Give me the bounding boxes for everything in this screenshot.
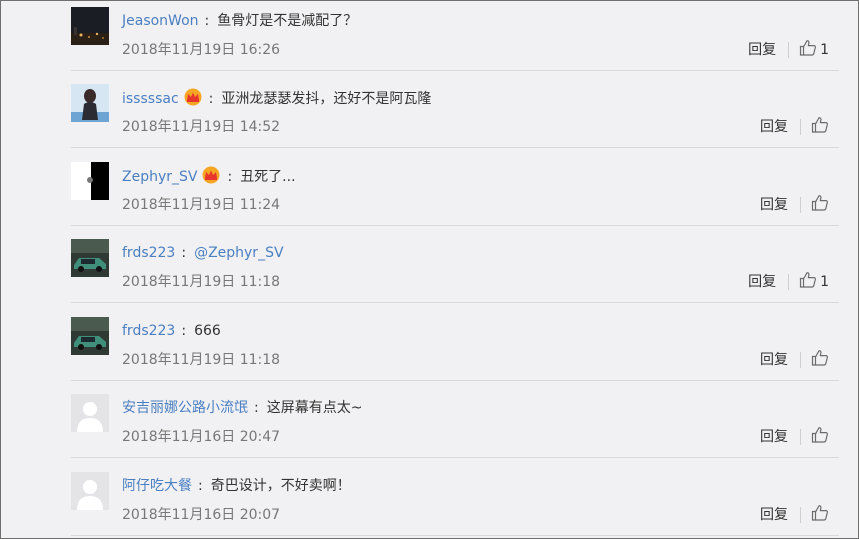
comment-list: JeasonWon: 鱼骨灯是不是减配了？ 2018年11月19日 16:26 回复 1…	[0, 0, 859, 539]
reply-button[interactable]: 回复	[748, 40, 776, 60]
reply-button[interactable]: 回复	[748, 272, 776, 292]
divider	[800, 507, 801, 523]
like-button[interactable]: 1	[799, 271, 829, 293]
comment-timestamp: 2018年11月19日 11:24	[122, 197, 281, 213]
comment-timestamp: 2018年11月16日 20:07	[122, 507, 281, 523]
like-button[interactable]	[811, 349, 829, 371]
comment-text: 鱼骨灯是不是减配了？	[217, 13, 358, 29]
comment-header: isssssac: 亚洲龙瑟瑟发抖，还好不是阿瓦隆	[122, 88, 431, 108]
colon-separator: :	[208, 91, 214, 107]
comment-timestamp: 2018年11月19日 11:18	[122, 274, 281, 290]
comment-text: 666	[194, 323, 221, 339]
comment-item: isssssac: 亚洲龙瑟瑟发抖，还好不是阿瓦隆 2018年11月19日 14:5…	[71, 70, 839, 148]
comment-item: 安吉丽娜公路小流氓: 这屏幕有点太~ 2018年11月16日 20:47 回复	[71, 380, 839, 458]
avatar[interactable]	[71, 162, 109, 200]
avatar[interactable]	[71, 84, 109, 122]
mention-link[interactable]: @Zephyr_SV	[194, 245, 283, 261]
colon-separator: :	[254, 400, 259, 416]
thumbs-up-icon	[811, 194, 829, 216]
like-button[interactable]	[811, 426, 829, 448]
reply-button[interactable]: 回复	[760, 117, 788, 137]
crown-icon	[201, 166, 221, 190]
like-button[interactable]: 1	[799, 39, 829, 61]
comment-timestamp: 2018年11月19日 16:26	[122, 42, 281, 58]
divider	[800, 119, 801, 135]
colon-separator: :	[181, 323, 187, 339]
comment-timestamp: 2018年11月16日 20:47	[122, 429, 281, 445]
colon-separator: :	[227, 169, 233, 185]
comment-actions: 回复	[760, 426, 829, 448]
comment-actions: 回复	[760, 349, 829, 371]
comment-timestamp: 2018年11月19日 14:52	[122, 119, 281, 135]
reply-button[interactable]: 回复	[760, 350, 788, 370]
like-button[interactable]	[811, 504, 829, 526]
comment-header: 安吉丽娜公路小流氓: 这屏幕有点太~	[122, 398, 362, 418]
comment-actions: 回复 1	[748, 39, 829, 61]
divider	[788, 274, 790, 290]
avatar[interactable]	[71, 239, 109, 277]
comment-timestamp: 2018年11月19日 11:18	[122, 352, 281, 368]
comment-header: frds223: @Zephyr_SV	[122, 243, 284, 263]
comment-item: 阿仔吃大餐: 奇巴设计，不好卖啊！ 2018年11月16日 20:07 回复	[71, 458, 839, 536]
thumbs-up-icon	[799, 271, 817, 293]
reply-button[interactable]: 回复	[760, 195, 788, 215]
username-link[interactable]: JeasonWon	[122, 13, 199, 29]
reply-button[interactable]: 回复	[760, 505, 788, 525]
username-link[interactable]: frds223	[122, 245, 175, 261]
comment-header: 阿仔吃大餐: 奇巴设计，不好卖啊！	[122, 476, 351, 496]
colon-separator: :	[204, 13, 210, 29]
divider	[800, 352, 801, 368]
comment-text: 丑死了...	[240, 169, 296, 185]
thumbs-up-icon	[811, 116, 829, 138]
avatar[interactable]	[71, 317, 109, 355]
like-count: 1	[820, 42, 829, 58]
username-link[interactable]: 阿仔吃大餐	[122, 478, 192, 494]
comment-item: Zephyr_SV: 丑死了... 2018年11月19日 11:24 回复	[71, 148, 839, 226]
comment-actions: 回复	[760, 504, 829, 526]
comment-text: 奇巴设计，不好卖啊！	[210, 478, 351, 494]
thumbs-up-icon	[811, 426, 829, 448]
comment-header: JeasonWon: 鱼骨灯是不是减配了？	[122, 11, 357, 31]
username-link[interactable]: Zephyr_SV	[122, 169, 197, 185]
comment-item: JeasonWon: 鱼骨灯是不是减配了？ 2018年11月19日 16:26 回复 1	[71, 1, 839, 71]
divider	[800, 429, 801, 445]
avatar[interactable]	[71, 472, 109, 510]
username-link[interactable]: isssssac	[122, 91, 179, 107]
crown-icon	[183, 88, 203, 112]
thumbs-up-icon	[811, 504, 829, 526]
username-link[interactable]: frds223	[122, 323, 175, 339]
reply-button[interactable]: 回复	[760, 427, 788, 447]
username-link[interactable]: 安吉丽娜公路小流氓	[122, 400, 248, 416]
thumbs-up-icon	[799, 39, 817, 61]
comment-item: frds223: @Zephyr_SV 2018年11月19日 11:18 回复 1	[71, 225, 839, 303]
like-button[interactable]	[811, 116, 829, 138]
comment-header: frds223:666	[122, 321, 221, 341]
comment-actions: 回复	[760, 194, 829, 216]
thumbs-up-icon	[811, 349, 829, 371]
avatar[interactable]	[71, 394, 109, 432]
like-button[interactable]	[811, 194, 829, 216]
comment-item: frds223:666 2018年11月19日 11:18 回复	[71, 303, 839, 381]
comment-actions: 回复	[760, 116, 829, 138]
divider	[788, 42, 790, 58]
comment-text: 亚洲龙瑟瑟发抖，还好不是阿瓦隆	[221, 91, 432, 107]
colon-separator: :	[198, 478, 203, 494]
divider	[800, 197, 801, 213]
comment-header: Zephyr_SV: 丑死了...	[122, 166, 296, 186]
like-count: 1	[820, 274, 829, 290]
avatar[interactable]	[71, 7, 109, 45]
comment-actions: 回复 1	[748, 271, 829, 293]
colon-separator: :	[181, 245, 187, 261]
comment-text: 这屏幕有点太~	[266, 400, 363, 416]
